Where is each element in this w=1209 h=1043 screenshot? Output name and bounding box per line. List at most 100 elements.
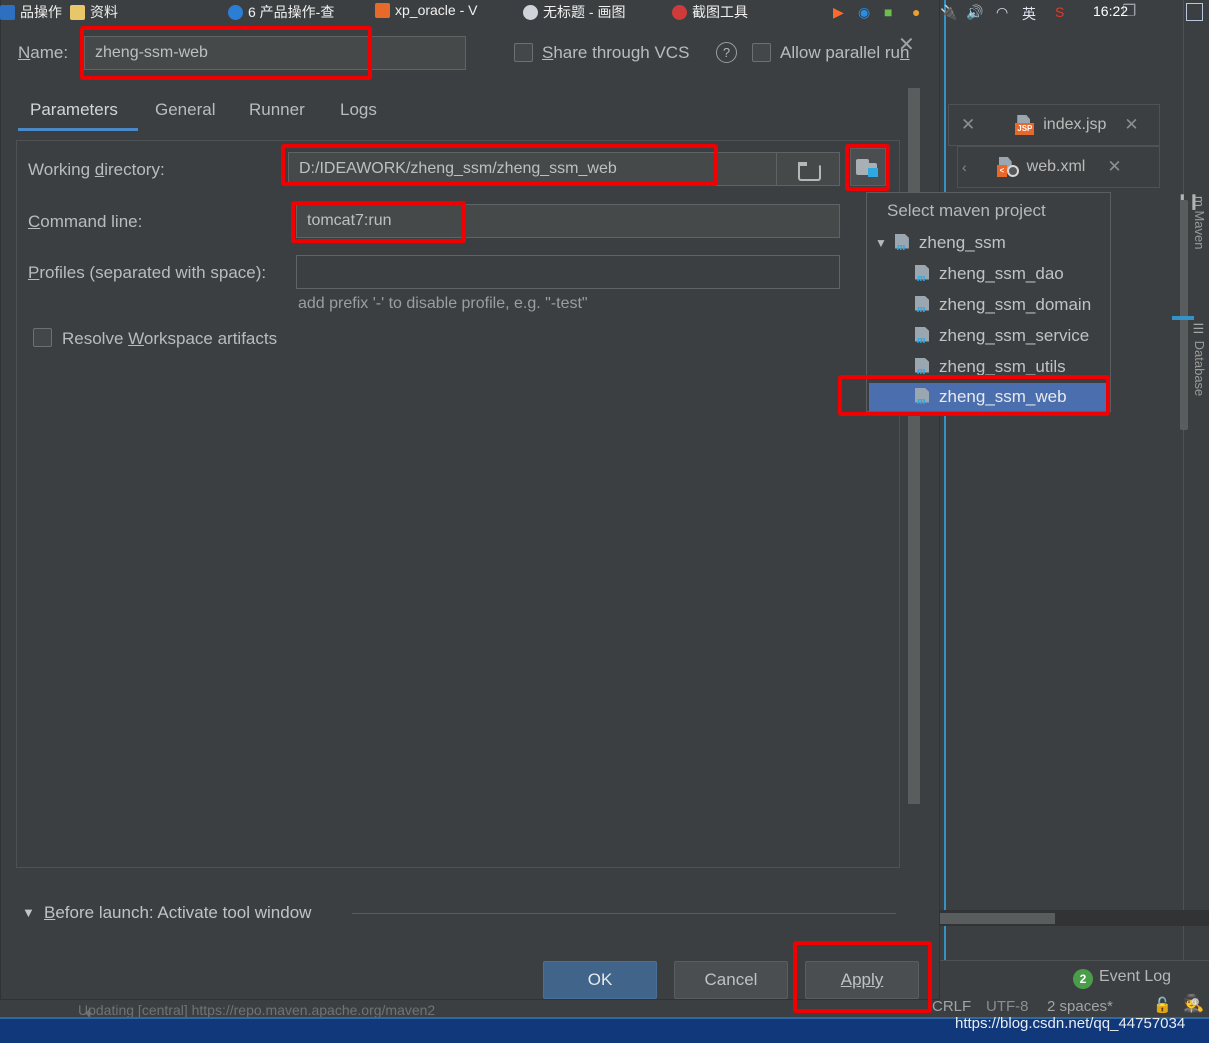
tool-window-tab-database[interactable]: ☰ Database — [1192, 322, 1207, 396]
tab-parameters[interactable]: Parameters — [30, 92, 118, 128]
maven-popup-title: Select maven project — [887, 201, 1046, 220]
apply-button[interactable]: Apply — [805, 961, 919, 999]
maven-item-zheng-ssm-dao[interactable]: m zheng_ssm_dao — [913, 260, 1107, 288]
taskbar-item-3[interactable]: xp_oracle - V — [375, 2, 477, 18]
taskbar-item-label: 资料 — [90, 4, 118, 20]
command-line-input[interactable]: tomcat7:run — [296, 204, 840, 238]
working-directory-input[interactable]: D:/IDEAWORK/zheng_ssm/zheng_ssm_web — [288, 152, 840, 186]
taskbar-clock[interactable]: 16:22 — [1093, 3, 1128, 19]
editor-horizontal-scrollbar[interactable] — [940, 913, 1055, 924]
taskbar-item-2[interactable]: 6 产品操作-查 — [228, 2, 334, 22]
maven-item-label: zheng_ssm_web — [939, 387, 1067, 406]
maven-module-icon: m — [913, 264, 933, 284]
right-tool-window-strip — [1183, 0, 1209, 1000]
profiles-input[interactable] — [296, 255, 840, 289]
browse-directory-button[interactable] — [776, 152, 840, 186]
tray-network-icon[interactable]: ◠ — [996, 4, 1008, 21]
pane-divider-highlight — [944, 0, 946, 1000]
before-launch-toggle-icon[interactable]: ▼ — [22, 905, 35, 920]
tool-window-label: Maven — [1192, 210, 1207, 250]
taskbar-item-1[interactable]: 资料 — [70, 2, 118, 22]
editor-vertical-scrollbar[interactable] — [1180, 200, 1188, 430]
tab-close-icon[interactable]: ✕ — [1107, 157, 1121, 177]
editor-tab-label: index.jsp — [1043, 116, 1107, 133]
select-maven-project-button[interactable] — [850, 148, 886, 186]
tab-scroll-left-icon[interactable]: ‹ — [962, 159, 967, 175]
resolve-workspace-label[interactable]: Resolve Workspace artifacts — [62, 329, 277, 349]
folder-icon — [798, 161, 821, 181]
taskbar-item-label: 6 产品操作-查 — [248, 4, 335, 20]
select-maven-project-icon — [856, 157, 880, 177]
name-input[interactable]: zheng-ssm-web — [84, 36, 466, 70]
allow-parallel-label[interactable]: Allow parallel run — [780, 43, 909, 63]
tray-volume-icon[interactable]: 🔊 — [966, 4, 983, 21]
line-separator-status[interactable]: CRLF — [932, 998, 971, 1015]
tab-logs[interactable]: Logs — [340, 92, 377, 128]
taskbar-item-label: 品操作 — [20, 4, 62, 20]
tab-general[interactable]: General — [155, 92, 215, 128]
watermark-url: https://blog.csdn.net/qq_44757034 — [955, 1015, 1186, 1032]
indent-status[interactable]: 2 spaces* — [1047, 998, 1113, 1015]
maven-module-icon: m — [913, 326, 933, 346]
editor-tab-web-xml[interactable]: ‹ < web.xml ✕ — [957, 146, 1160, 188]
tool-window-tab-maven[interactable]: m Maven — [1192, 196, 1207, 250]
allow-parallel-checkbox[interactable] — [752, 43, 771, 62]
name-input-value: zheng-ssm-web — [95, 44, 208, 61]
tray-sogou-icon[interactable]: S — [1055, 4, 1064, 20]
profiles-label: Profiles (separated with space): — [28, 263, 267, 282]
snip-tool-icon — [672, 4, 687, 20]
app-icon — [0, 4, 15, 20]
maven-item-zheng-ssm-domain[interactable]: m zheng_ssm_domain — [913, 291, 1107, 319]
jsp-file-icon: JSP — [1015, 115, 1035, 135]
taskbar-item-label: 无标题 - 画图 — [543, 4, 626, 20]
maven-item-zheng-ssm[interactable]: ▼ m zheng_ssm — [875, 229, 1107, 257]
taskbar-item-5[interactable]: 截图工具 — [672, 2, 748, 22]
before-launch-divider — [352, 913, 896, 914]
parameters-panel — [16, 140, 900, 868]
editor-tab-index-jsp[interactable]: ✕ JSP index.jsp ✕ — [948, 104, 1160, 146]
tray-qq-icon[interactable]: ● — [912, 4, 920, 20]
resolve-workspace-checkbox[interactable] — [33, 328, 52, 347]
tab-close-left-icon[interactable]: ✕ — [961, 115, 975, 135]
tray-player-icon[interactable]: ▶ — [833, 4, 844, 21]
maven-module-icon: m — [893, 233, 913, 253]
taskbar-item-label: xp_oracle - V — [395, 2, 478, 18]
maven-item-label: zheng_ssm_service — [939, 326, 1090, 345]
xml-file-icon: < — [996, 157, 1019, 177]
paint-icon — [523, 4, 538, 20]
tab-close-icon[interactable]: ✕ — [1124, 115, 1138, 135]
taskbar-item-0[interactable]: 品操作 — [0, 2, 62, 22]
vm-icon — [375, 2, 390, 18]
maven-item-label: zheng_ssm_domain — [939, 295, 1092, 314]
maven-project-popup: Select maven project ▼ m zheng_ssm m zhe… — [866, 192, 1111, 412]
show-desktop-button[interactable] — [1186, 3, 1203, 21]
ok-button[interactable]: OK — [543, 961, 657, 999]
hector-icon[interactable]: 🕵 — [1183, 994, 1204, 1014]
maven-icon: m — [1192, 196, 1207, 207]
editor-tab-label: web.xml — [1026, 158, 1086, 175]
tray-monitor-icon[interactable]: ■ — [884, 4, 892, 20]
share-vcs-label[interactable]: Share through VCS — [542, 43, 689, 63]
browser-icon — [228, 4, 243, 20]
encoding-status[interactable]: UTF-8 — [986, 998, 1029, 1015]
command-line-label: Command line: — [28, 212, 143, 231]
tool-window-label: Database — [1192, 340, 1207, 397]
taskbar-item-label: 截图工具 — [692, 4, 748, 20]
maven-item-zheng-ssm-web[interactable]: m zheng_ssm_web — [869, 383, 1109, 411]
tab-runner[interactable]: Runner — [249, 92, 305, 128]
event-log-label[interactable]: Event Log — [1099, 968, 1171, 986]
maven-item-zheng-ssm-utils[interactable]: m zheng_ssm_utils — [913, 353, 1107, 381]
tray-ime-icon[interactable]: 英 — [1022, 4, 1036, 24]
cancel-button[interactable]: Cancel — [674, 961, 788, 999]
profiles-hint: add prefix '-' to disable profile, e.g. … — [298, 295, 588, 312]
help-icon[interactable]: ? — [716, 42, 737, 63]
expand-arrow-icon[interactable]: ▼ — [875, 236, 887, 250]
maven-module-icon: m — [913, 387, 933, 407]
tray-battery-icon[interactable]: 🔌 — [940, 4, 957, 21]
tray-browser-icon[interactable]: ◉ — [858, 4, 870, 21]
taskbar-item-4[interactable]: 无标题 - 画图 — [523, 2, 625, 22]
maven-item-zheng-ssm-service[interactable]: m zheng_ssm_service — [913, 322, 1107, 350]
dialog-tab-row: Parameters General Runner Logs — [0, 92, 940, 134]
share-vcs-checkbox[interactable] — [514, 43, 533, 62]
unlock-icon[interactable]: 🔓 — [1153, 996, 1172, 1014]
